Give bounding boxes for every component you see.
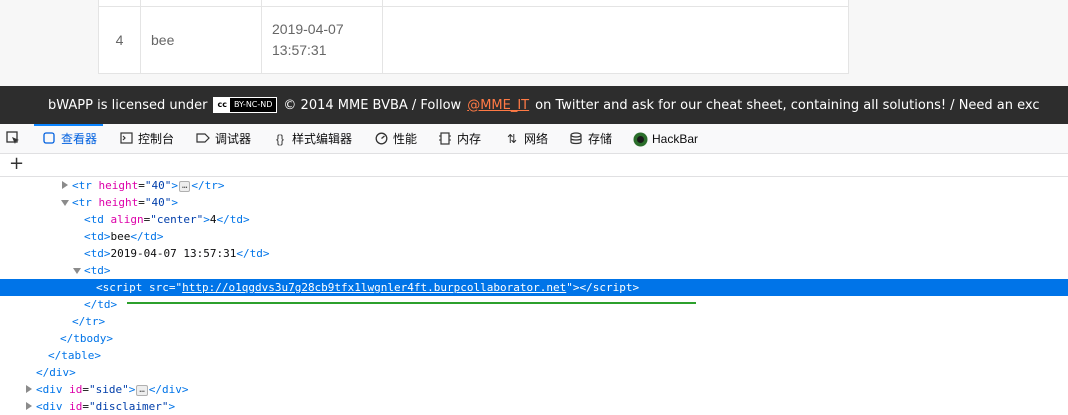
storage-icon — [569, 131, 583, 146]
style-editor-icon: {} — [275, 131, 284, 146]
page-viewport: 4 bee 2019-04-07 13:57:31 — [0, 0, 1068, 86]
annotation-underline — [127, 302, 696, 304]
markup-node-close-td[interactable]: </td> — [0, 296, 1068, 313]
network-icon: ⇅ — [506, 131, 518, 146]
markup-node-close-table[interactable]: </table> — [0, 347, 1068, 364]
tab-debugger[interactable]: 调试器 — [196, 124, 251, 153]
tab-label: 性能 — [393, 132, 418, 146]
tab-label: 内存 — [457, 132, 482, 146]
cc-license-badge[interactable]: cc BY-NC-ND — [213, 97, 278, 113]
cc-logo-icon: cc — [214, 98, 230, 112]
tab-inspector[interactable]: 查看器 — [33, 124, 104, 153]
tab-network[interactable]: ⇅ 网络 — [505, 124, 548, 153]
markup-node-close-tbody[interactable]: </tbody> — [0, 330, 1068, 347]
license-banner: bWAPP is licensed under cc BY-NC-ND © 20… — [0, 86, 1068, 124]
markup-node-div-side[interactable]: <div id="side">… </div> — [0, 381, 1068, 398]
markup-node-td[interactable]: <td>bee</td> — [0, 228, 1068, 245]
markup-node-script-selected[interactable]: <script src="http://o1qgdvs3u7g28cb9tfx1… — [0, 279, 1068, 296]
markup-node-tr[interactable]: <tr height="40"> — [0, 194, 1068, 211]
expand-arrow-icon[interactable] — [62, 181, 68, 189]
cc-license-label: BY-NC-ND — [233, 100, 273, 109]
table-row: 4 bee 2019-04-07 13:57:31 — [98, 6, 849, 74]
debugger-icon — [196, 132, 210, 146]
markup-node-tr-collapsed[interactable]: <tr height="40">… </tr> — [0, 177, 1068, 194]
tab-style-editor[interactable]: {} 样式编辑器 — [273, 124, 352, 153]
markup-node-close-tr[interactable]: </tr> — [0, 313, 1068, 330]
add-node-button[interactable]: + — [9, 155, 24, 173]
memory-icon — [438, 131, 452, 146]
markup-toolbar: + — [0, 154, 1068, 177]
hackbar-icon — [633, 132, 648, 146]
element-picker-icon[interactable] — [6, 131, 20, 145]
script-src-link[interactable]: http://o1qgdvs3u7g28cb9tfx1lwgnler4ft.bu… — [182, 281, 566, 294]
collapse-arrow-icon[interactable] — [61, 200, 69, 206]
tab-label: 样式编辑器 — [292, 132, 353, 146]
entry-date-line1: 2019-04-07 — [272, 21, 344, 37]
tab-label: 存储 — [588, 132, 613, 146]
banner-text-1: bWAPP is licensed under — [48, 97, 208, 113]
tab-label: 调试器 — [215, 132, 252, 146]
ellipsis-icon[interactable]: … — [179, 180, 191, 192]
ellipsis-icon[interactable]: … — [136, 384, 148, 396]
markup-node-div-disclaimer[interactable]: <div id="disclaimer"> — [0, 398, 1068, 415]
entry-entry — [382, 6, 849, 74]
entry-date-line2: 13:57:31 — [272, 42, 327, 58]
tab-storage[interactable]: 存储 — [569, 124, 612, 153]
performance-icon — [374, 132, 388, 146]
expand-arrow-icon[interactable] — [26, 402, 32, 410]
collapse-arrow-icon[interactable] — [73, 268, 81, 274]
tab-performance[interactable]: 性能 — [374, 124, 417, 153]
markup-node-td[interactable]: <td align="center">4</td> — [0, 211, 1068, 228]
entry-number: 4 — [98, 6, 141, 74]
console-icon — [119, 131, 133, 146]
tab-label: 查看器 — [61, 132, 98, 146]
markup-node-td[interactable]: <td>2019-04-07 13:57:31</td> — [0, 245, 1068, 262]
entries-table: 4 bee 2019-04-07 13:57:31 — [98, 0, 849, 74]
tab-hackbar[interactable]: HackBar — [633, 124, 698, 153]
markup-view: <tr height="40">… </tr> <tr height="40"> … — [0, 177, 1068, 413]
entry-date: 2019-04-07 13:57:31 — [261, 6, 383, 74]
markup-node-td-open[interactable]: <td> — [0, 262, 1068, 279]
banner-text-3: on Twitter and ask for our cheat sheet, … — [535, 97, 1040, 113]
tab-console[interactable]: 控制台 — [119, 124, 174, 153]
banner-text-2: © 2014 MME BVBA / Follow — [283, 97, 462, 113]
inspector-icon — [42, 131, 56, 146]
twitter-link[interactable]: @MME_IT — [467, 98, 529, 113]
devtools-toolbar: 查看器 控制台 调试器 {} 样式编辑器 性能 内存 ⇅ 网络 存储 HackB… — [0, 124, 1068, 154]
tab-label: 控制台 — [138, 132, 175, 146]
entry-name: bee — [140, 6, 262, 74]
expand-arrow-icon[interactable] — [26, 385, 32, 393]
tab-memory[interactable]: 内存 — [438, 124, 481, 153]
tab-label: HackBar — [652, 131, 699, 146]
markup-node-close-div[interactable]: </div> — [0, 364, 1068, 381]
tab-label: 网络 — [524, 132, 549, 146]
